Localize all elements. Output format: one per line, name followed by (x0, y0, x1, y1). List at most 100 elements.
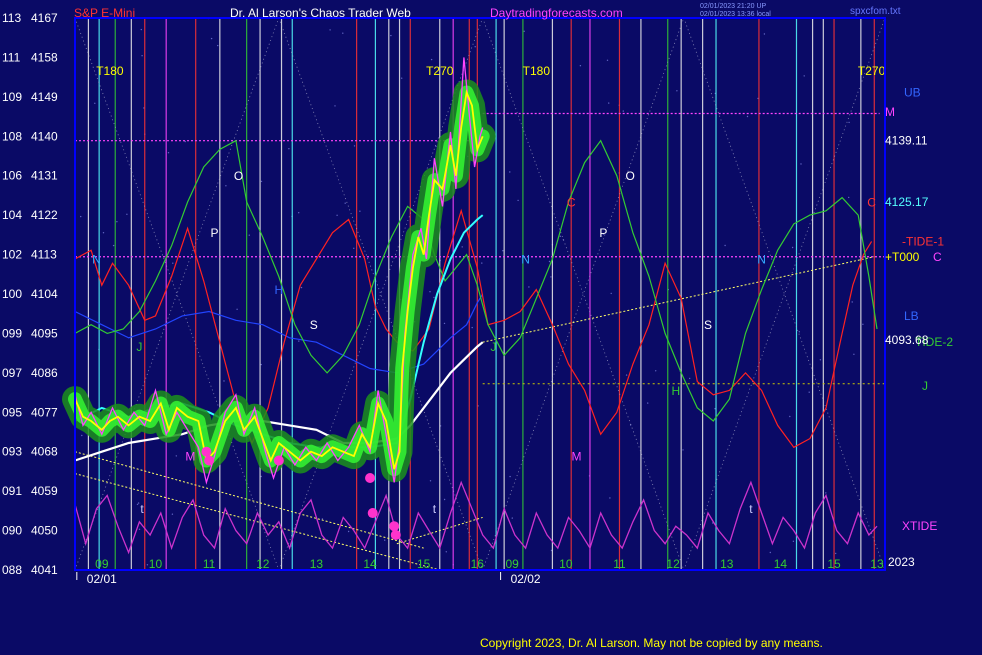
star-dot (676, 90, 678, 92)
right-label-1: UB (904, 85, 921, 99)
star-dot (848, 121, 850, 124)
copyright: Copyright 2023, Dr. Al Larson. May not b… (480, 636, 823, 650)
date-label-1: 02/02 (511, 572, 541, 586)
y-tick-cycle-10: 106 (2, 169, 22, 183)
planet-label-12: M (572, 449, 582, 463)
planet-label-7: S (310, 318, 318, 332)
star-dot (80, 215, 82, 218)
star-dot (625, 374, 628, 376)
star-dot (390, 34, 392, 37)
star-dot (225, 185, 227, 187)
star-dot (336, 214, 338, 216)
year-label: 2023 (888, 555, 915, 569)
planet-label-4: O (626, 169, 635, 183)
y-tick-cycle-7: 100 (2, 287, 22, 301)
hour-tick-5: 14 (363, 557, 377, 571)
star-dot (433, 296, 435, 299)
y-tick-price-1: 4050 (31, 524, 58, 538)
y-tick-price-2: 4059 (31, 484, 58, 498)
star-dot (792, 540, 795, 542)
y-tick-price-7: 4104 (31, 287, 58, 301)
site-url[interactable]: Daytradingforecasts.com (490, 6, 623, 20)
star-dot (175, 455, 177, 457)
y-tick-price-4: 4077 (31, 405, 58, 419)
star-dot (548, 260, 551, 263)
y-tick-cycle-12: 109 (2, 90, 22, 104)
right-label-6: C (933, 250, 942, 264)
planet-label-13: C (567, 195, 576, 209)
t-label-3: T270 (858, 64, 886, 78)
star-dot (523, 30, 525, 32)
star-dot (126, 213, 128, 215)
star-dot (798, 331, 800, 333)
y-tick-price-13: 4158 (31, 50, 58, 64)
star-dot (550, 276, 552, 278)
star-dot (429, 480, 432, 482)
star-dot (724, 244, 726, 247)
file-name: spxcfom.txt (850, 6, 901, 17)
star-dot (862, 323, 864, 325)
y-tick-cycle-13: 111 (2, 50, 21, 64)
star-dot (851, 301, 853, 303)
star-dot (528, 286, 530, 288)
star-dot (502, 250, 504, 252)
hour-tick-1: 10 (149, 557, 163, 571)
y-tick-cycle-8: 102 (2, 248, 22, 262)
star-dot (461, 246, 463, 248)
stamp-line-2: 02/01/2023 13:36 local (700, 11, 771, 18)
star-dot (334, 105, 336, 107)
star-dot (138, 528, 141, 530)
star-dot (655, 370, 657, 372)
right-label-4: -TIDE-1 (902, 234, 944, 248)
planet-label-2: N (757, 252, 766, 266)
y-tick-price-12: 4149 (31, 90, 58, 104)
stamp-line-1: 02/01/2023 21:20 UP (700, 3, 766, 10)
star-dot (359, 210, 361, 212)
star-dot (689, 377, 691, 380)
star-dot (800, 163, 802, 165)
star-dot (608, 102, 610, 104)
hour-tick-8: 09 (506, 557, 520, 571)
star-dot (848, 196, 850, 199)
star-dot (474, 46, 476, 48)
star-dot (167, 152, 170, 154)
star-dot (329, 29, 331, 31)
star-dot (509, 475, 511, 478)
chart-stage: T180 T270 T180 T270 N N N O O P P S S H H M M C C J Jt t t 088… (0, 0, 982, 650)
star-dot (763, 33, 766, 35)
star-dot (172, 262, 174, 264)
right-label-10: J (922, 379, 928, 393)
star-dot (298, 340, 300, 342)
star-dot (622, 110, 624, 112)
star-dot (647, 402, 649, 404)
y-tick-cycle-9: 104 (2, 208, 22, 222)
star-dot (141, 55, 143, 57)
star-dot (517, 199, 519, 202)
hour-tick-0: 09 (95, 557, 109, 571)
star-dot (347, 530, 350, 533)
star-dot (298, 212, 300, 214)
star-dot (445, 551, 447, 553)
star-dot (808, 391, 810, 393)
y-tick-price-5: 4086 (31, 366, 58, 380)
right-label-0: M (885, 105, 895, 119)
star-dot (260, 180, 263, 183)
star-dot (471, 326, 473, 329)
star-dot (171, 513, 174, 515)
star-dot (443, 322, 446, 325)
pink-dot-3 (365, 473, 376, 483)
hour-tick-11: 12 (666, 557, 680, 571)
star-dot (260, 363, 262, 366)
planet-label-5: P (210, 226, 218, 240)
star-dot (260, 475, 262, 478)
star-dot (136, 503, 139, 506)
instrument-title: S&P E-Mini (74, 6, 135, 20)
star-dot (429, 291, 431, 293)
star-dot (791, 246, 794, 249)
hour-tick-4: 13 (310, 557, 324, 571)
y-tick-price-11: 4140 (31, 129, 58, 143)
y-tick-price-0: 4041 (31, 563, 58, 577)
star-dot (769, 551, 771, 554)
planet-label-16: J (490, 340, 496, 354)
planet-label-6: P (599, 226, 607, 240)
